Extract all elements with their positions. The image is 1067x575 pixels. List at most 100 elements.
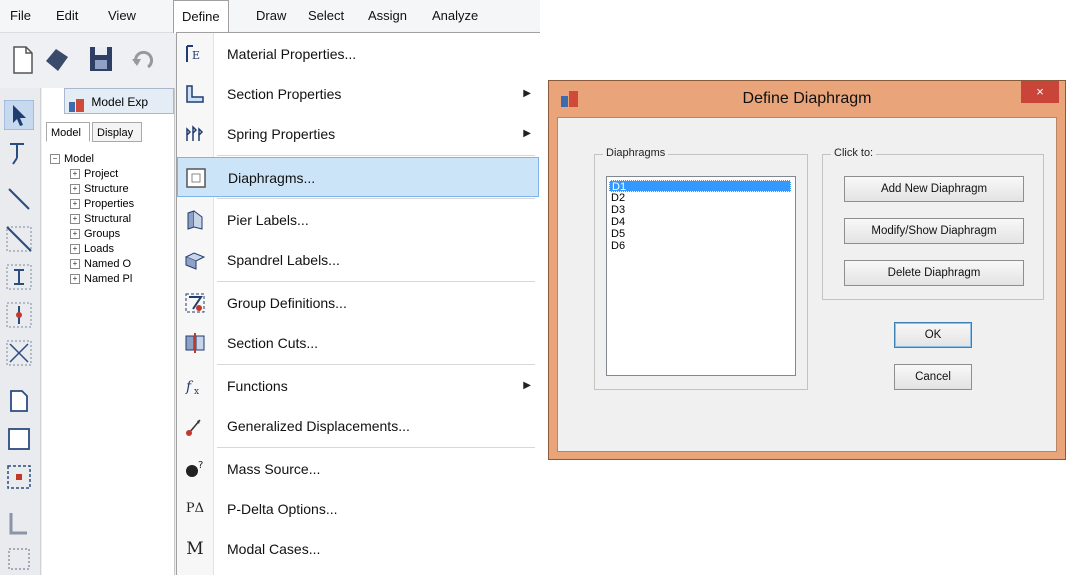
collapse-icon[interactable]: −	[50, 154, 60, 165]
draw-rectangle-icon[interactable]	[4, 424, 34, 454]
menu-item-section-cuts[interactable]: Section Cuts...	[177, 323, 539, 363]
list-item[interactable]: D1	[609, 180, 791, 193]
tree-item-label: Loads	[84, 243, 114, 255]
tree-item-label: Structural	[84, 213, 132, 225]
tree-item[interactable]: + Properties	[70, 197, 134, 212]
expand-icon[interactable]: +	[70, 274, 80, 285]
menu-define[interactable]: Define	[173, 0, 229, 33]
draw-column-icon[interactable]	[4, 262, 34, 292]
svg-text:?: ?	[198, 460, 203, 471]
draw-line-icon[interactable]	[4, 184, 34, 214]
expand-icon[interactable]: +	[70, 244, 80, 255]
model-explorer-title[interactable]: Model Exp	[64, 88, 174, 114]
expand-icon[interactable]: +	[70, 214, 80, 225]
tree-item[interactable]: + Structure	[70, 182, 129, 197]
menu-assign[interactable]: Assign	[360, 0, 415, 32]
p-delta-icon: PΔ	[185, 501, 205, 516]
diaphragms-list[interactable]: D1 D2 D3 D4 D5 D6	[606, 176, 796, 376]
expand-icon[interactable]: +	[70, 184, 80, 195]
tree-item[interactable]: + Groups	[70, 227, 120, 242]
menu-item-label: Section Properties	[227, 86, 342, 102]
group-definitions-icon	[184, 292, 206, 314]
draw-wall-icon[interactable]	[4, 508, 34, 538]
draw-slab-icon[interactable]	[4, 544, 34, 574]
draw-quick-area-icon[interactable]	[4, 462, 34, 492]
menu-item-functions[interactable]: f x Functions ▶	[177, 366, 539, 406]
spring-properties-icon	[184, 123, 206, 145]
tab-display[interactable]: Display	[92, 122, 142, 142]
menu-file[interactable]: File	[2, 0, 39, 32]
save-icon[interactable]	[86, 41, 116, 77]
menu-item-spandrel-labels[interactable]: Spandrel Labels...	[177, 240, 539, 280]
menu-item-material-properties[interactable]: E Material Properties...	[177, 34, 539, 74]
draw-area-icon[interactable]	[4, 386, 34, 416]
expand-icon[interactable]: +	[70, 169, 80, 180]
menu-edit[interactable]: Edit	[48, 0, 86, 32]
pier-labels-icon	[184, 209, 206, 231]
menu-item-diaphragms[interactable]: Diaphragms...	[177, 157, 539, 197]
menu-item-modal-cases[interactable]: M Modal Cases...	[177, 529, 539, 569]
menu-item-label: Functions	[227, 378, 288, 394]
ok-button[interactable]: OK	[894, 322, 972, 348]
menu-view[interactable]: View	[100, 0, 144, 32]
menu-item-label: Section Cuts...	[227, 335, 319, 351]
dialog-body: Diaphragms D1 D2 D3 D4 D5 D6 Click to: Add Ne…	[557, 117, 1057, 452]
cancel-button[interactable]: Cancel	[894, 364, 972, 390]
draw-point-icon[interactable]	[4, 300, 34, 330]
list-item[interactable]: D5	[609, 228, 791, 240]
add-new-diaphragm-button[interactable]: Add New Diaphragm	[844, 176, 1024, 202]
menu-analyze[interactable]: Analyze	[424, 0, 486, 32]
menu-item-label: Pier Labels...	[227, 212, 309, 228]
new-model-icon[interactable]	[8, 41, 38, 77]
section-cuts-icon	[184, 332, 206, 354]
tree-item[interactable]: + Loads	[70, 242, 114, 257]
list-item[interactable]: D4	[609, 216, 791, 228]
mass-source-icon: ?	[184, 458, 206, 480]
menu-select[interactable]: Select	[300, 0, 352, 32]
menu-separator	[217, 198, 535, 199]
submenu-arrow-icon: ▶	[523, 88, 531, 99]
draw-brace-icon[interactable]	[4, 224, 34, 254]
tree-item[interactable]: + Structural	[70, 212, 131, 227]
list-item[interactable]: D3	[609, 204, 791, 216]
list-item[interactable]: D2	[609, 192, 791, 204]
tab-model[interactable]: Model	[46, 122, 90, 142]
delete-diaphragm-button[interactable]: Delete Diaphragm	[844, 260, 1024, 286]
menu-item-label: Modal Cases...	[227, 541, 321, 557]
tree-item-label: Structure	[84, 183, 129, 195]
menu-item-section-properties[interactable]: Section Properties ▶	[177, 74, 539, 114]
modify-show-diaphragm-button[interactable]: Modify/Show Diaphragm	[844, 218, 1024, 244]
tree-item[interactable]: − Model	[50, 152, 94, 167]
pointer-icon[interactable]	[3, 99, 35, 131]
menu-item-pier-labels[interactable]: Pier Labels...	[177, 200, 539, 240]
expand-icon[interactable]: +	[70, 199, 80, 210]
expand-icon[interactable]: +	[70, 229, 80, 240]
tree-item[interactable]: + Named Pl	[70, 272, 132, 287]
submenu-arrow-icon: ▶	[523, 128, 531, 139]
functions-icon: fx	[184, 375, 206, 397]
menu-item-mass-source[interactable]: ? Mass Source...	[177, 449, 539, 489]
menu-item-label: Diaphragms...	[228, 170, 316, 186]
menu-item-spring-properties[interactable]: Spring Properties ▶	[177, 114, 539, 154]
menu-item-p-delta-options[interactable]: PΔ P-Delta Options...	[177, 489, 539, 529]
tree-item[interactable]: + Named O	[70, 257, 131, 272]
menu-separator	[217, 364, 535, 365]
diaphragms-caption: Diaphragms	[603, 147, 669, 159]
expand-icon[interactable]: +	[70, 259, 80, 270]
dialog-title: Define Diaphragm	[742, 90, 872, 107]
click-to-caption: Click to:	[831, 147, 877, 159]
tree-item[interactable]: + Project	[70, 167, 118, 182]
menu-draw[interactable]: Draw	[248, 0, 294, 32]
define-diaphragm-dialog: Define Diaphragm × Diaphragms D1 D2 D3 D4 D5…	[548, 80, 1066, 460]
list-item[interactable]: D6	[609, 240, 791, 252]
menu-item-generalized-displacements[interactable]: Generalized Displacements...	[177, 406, 539, 446]
menu-item-label: Group Definitions...	[227, 295, 347, 311]
reshape-icon[interactable]	[4, 138, 34, 168]
draw-cross-icon[interactable]	[4, 338, 34, 368]
close-button[interactable]: ×	[1021, 81, 1059, 103]
model-explorer-title-text: Model Exp	[91, 95, 149, 109]
undo-icon[interactable]	[128, 41, 158, 77]
open-model-icon[interactable]	[42, 41, 72, 77]
menu-bar: File Edit View Define Draw Select Assign…	[0, 0, 540, 33]
menu-item-group-definitions[interactable]: Group Definitions...	[177, 283, 539, 323]
